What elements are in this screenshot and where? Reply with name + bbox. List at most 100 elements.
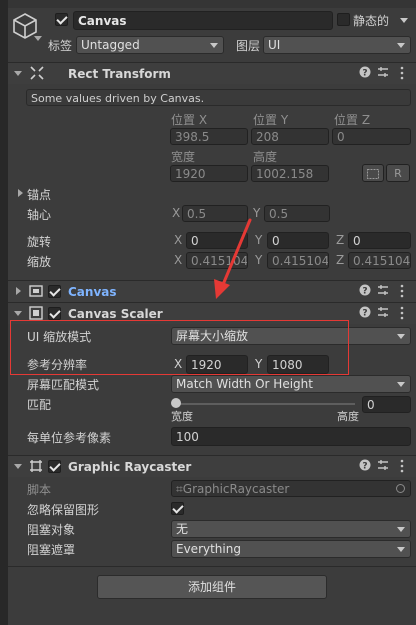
gameobject-name-field[interactable]: Canvas <box>73 11 333 30</box>
static-label: 静态的 <box>353 14 390 28</box>
pos-z-label: 位置 Z <box>334 113 371 127</box>
pos-x-label: 位置 X <box>171 113 208 127</box>
layer-dropdown[interactable]: UI <box>263 36 411 54</box>
script-label: 脚本 <box>27 483 52 497</box>
rect-transform-fold-icon[interactable] <box>14 71 22 76</box>
match-mode-label: 屏幕匹配模式 <box>27 378 100 392</box>
highlight-box <box>10 320 349 375</box>
raw-edit-button[interactable]: R <box>386 164 410 182</box>
height-field[interactable]: 1002.158 <box>251 165 329 182</box>
canvas-scaler-enabled-checkbox[interactable] <box>48 307 61 320</box>
object-picker-icon[interactable] <box>396 484 405 493</box>
rot-z-field[interactable]: 0 <box>348 232 411 249</box>
match-value-field[interactable]: 0 <box>362 396 411 413</box>
kebab-menu-icon[interactable] <box>399 66 405 83</box>
canvas-fold-icon[interactable] <box>16 287 21 295</box>
preset-icon[interactable] <box>377 306 389 321</box>
script-field[interactable]: ⌗GraphicRaycaster <box>171 480 411 497</box>
driven-notice: Some values driven by Canvas. <box>26 89 411 106</box>
add-component-label: 添加组件 <box>187 580 236 594</box>
rotation-label: 旋转 <box>27 235 52 249</box>
ref-ppu-field[interactable]: 100 <box>171 427 411 446</box>
width-label: 宽度 <box>171 150 196 164</box>
gameobject-active-checkbox[interactable] <box>55 13 68 26</box>
blocking-objects-dropdown[interactable]: 无 <box>171 520 411 538</box>
tag-value: Untagged <box>81 38 140 52</box>
graphic-raycaster-title: Graphic Raycaster <box>68 460 192 474</box>
svg-text:?: ? <box>362 69 367 79</box>
static-dropdown-arrow[interactable] <box>397 12 413 30</box>
scale-z-field[interactable]: 0.4151042 <box>348 252 411 269</box>
ignore-reversed-label: 忽略保留图形 <box>27 503 100 517</box>
scale-x-axis: X <box>174 253 183 267</box>
match-mode-dropdown[interactable]: Match Width Or Height <box>171 375 411 393</box>
blocking-mask-dropdown[interactable]: Everything <box>171 540 411 558</box>
graphic-raycaster-header[interactable]: Graphic Raycaster ? <box>8 455 416 477</box>
pos-y-field[interactable]: 208 <box>251 128 329 145</box>
canvas-enabled-checkbox[interactable] <box>48 285 61 298</box>
top-strip <box>8 0 416 8</box>
slider-left-label: 宽度 <box>171 410 193 423</box>
svg-text:?: ? <box>362 462 367 472</box>
rect-transform-icon <box>30 66 44 83</box>
match-slider-track[interactable] <box>175 403 355 405</box>
preset-icon[interactable] <box>377 459 389 474</box>
blocking-mask-value: Everything <box>176 542 241 556</box>
add-component-button[interactable]: 添加组件 <box>97 575 327 599</box>
match-label: 匹配 <box>27 398 52 412</box>
kebab-menu-icon[interactable] <box>399 284 405 301</box>
help-icon[interactable]: ? <box>359 459 371 474</box>
help-icon[interactable]: ? <box>359 306 371 321</box>
pivot-x-axis: X <box>172 206 181 220</box>
blueprint-mode-button[interactable] <box>362 164 384 182</box>
kebab-menu-icon[interactable] <box>399 459 405 476</box>
graphic-raycaster-enabled-checkbox[interactable] <box>48 460 61 473</box>
static-checkbox[interactable] <box>337 13 350 26</box>
help-icon[interactable]: ? <box>359 284 371 299</box>
rect-transform-title: Rect Transform <box>68 67 171 81</box>
match-slider-thumb[interactable] <box>171 398 181 408</box>
layer-label: 图层 <box>236 39 261 53</box>
blocking-objects-label: 阻塞对象 <box>27 523 76 537</box>
canvas-title: Canvas <box>68 285 117 299</box>
blocking-objects-value: 无 <box>176 522 189 536</box>
rot-z-axis: Z <box>336 233 345 247</box>
rot-x-axis: X <box>174 233 183 247</box>
rect-transform-header[interactable]: Rect Transform ? <box>8 62 416 84</box>
pivot-y-field[interactable]: 0.5 <box>264 205 330 222</box>
tag-dropdown[interactable]: Untagged <box>76 36 224 54</box>
graphic-raycaster-fold-icon[interactable] <box>14 464 22 469</box>
separator <box>8 566 416 567</box>
canvas-scaler-title: Canvas Scaler <box>68 307 163 321</box>
canvas-scaler-fold-icon[interactable] <box>14 311 22 316</box>
ignore-reversed-checkbox[interactable] <box>171 502 184 515</box>
match-mode-value: Match Width Or Height <box>176 377 313 391</box>
icon-dropdown-icon[interactable] <box>34 36 42 41</box>
rot-y-field[interactable]: 0 <box>267 232 329 249</box>
anchors-label: 锚点 <box>27 188 52 202</box>
svg-text:?: ? <box>362 287 367 297</box>
graphic-raycaster-icon <box>29 459 43 476</box>
preset-icon[interactable] <box>377 284 389 299</box>
annotation-arrow <box>214 218 252 299</box>
preset-icon[interactable] <box>377 66 389 81</box>
pos-z-field[interactable]: 0 <box>332 128 411 145</box>
height-label: 高度 <box>253 150 278 164</box>
pivot-label: 轴心 <box>27 208 52 222</box>
help-icon[interactable]: ? <box>359 66 371 81</box>
scale-label: 缩放 <box>27 255 52 269</box>
scale-y-field[interactable]: 0.4151042 <box>267 252 329 269</box>
kebab-menu-icon[interactable] <box>399 306 405 323</box>
anchors-fold-icon[interactable] <box>18 189 23 197</box>
canvas-icon <box>29 284 43 301</box>
inspector-left-gutter <box>0 0 8 625</box>
pos-x-field[interactable]: 398.5 <box>170 128 248 145</box>
svg-text:?: ? <box>362 309 367 319</box>
layer-value: UI <box>268 38 281 52</box>
slider-right-label: 高度 <box>337 410 359 423</box>
blocking-mask-label: 阻塞遮罩 <box>27 543 76 557</box>
width-field[interactable]: 1920 <box>170 165 248 182</box>
ref-ppu-label: 每单位参考像素 <box>27 431 112 445</box>
tag-label: 标签 <box>48 39 73 53</box>
script-value: GraphicRaycaster <box>182 482 290 496</box>
